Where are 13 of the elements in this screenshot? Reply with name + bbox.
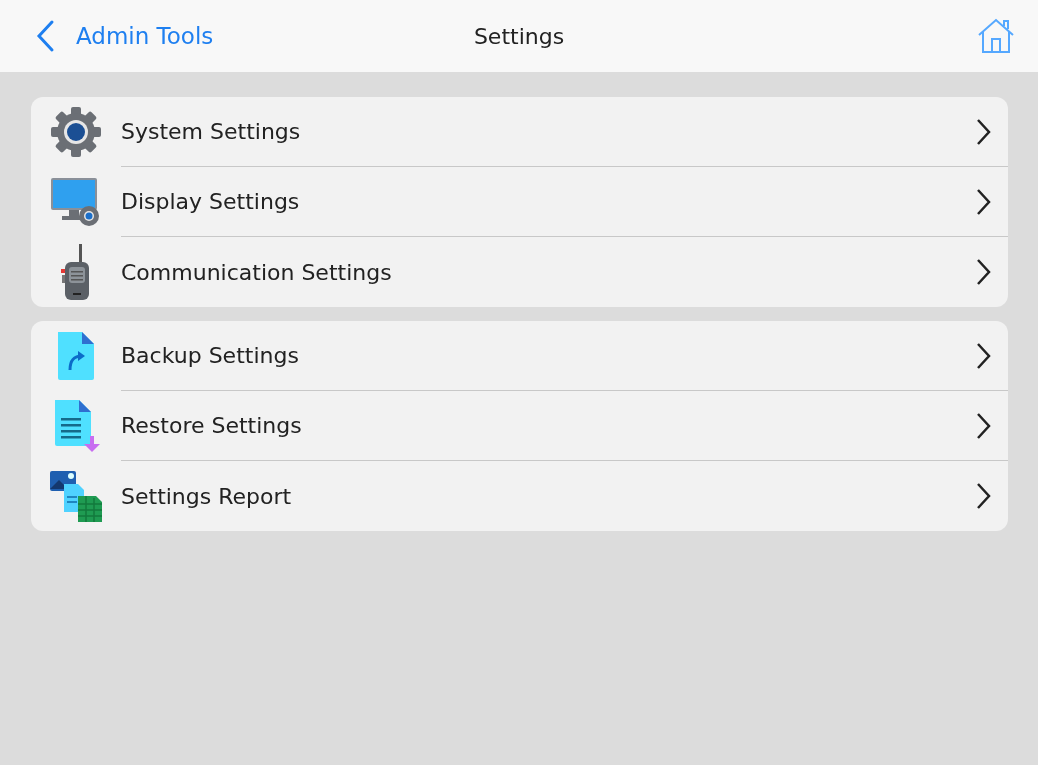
settings-row[interactable]: Display Settings: [31, 167, 1008, 237]
home-icon: [976, 17, 1016, 55]
settings-row[interactable]: Restore Settings: [31, 391, 1008, 461]
settings-row[interactable]: Communication Settings: [31, 237, 1008, 307]
back-button[interactable]: Admin Tools: [0, 19, 214, 53]
settings-row[interactable]: System Settings: [31, 97, 1008, 167]
page-title: Settings: [473, 23, 565, 49]
files-icon: [48, 468, 104, 524]
gear-icon: [50, 106, 102, 158]
home-button[interactable]: [976, 17, 1016, 55]
settings-row[interactable]: Backup Settings: [31, 321, 1008, 391]
settings-row[interactable]: Settings Report: [31, 461, 1008, 531]
back-chevron-icon: [34, 19, 56, 53]
